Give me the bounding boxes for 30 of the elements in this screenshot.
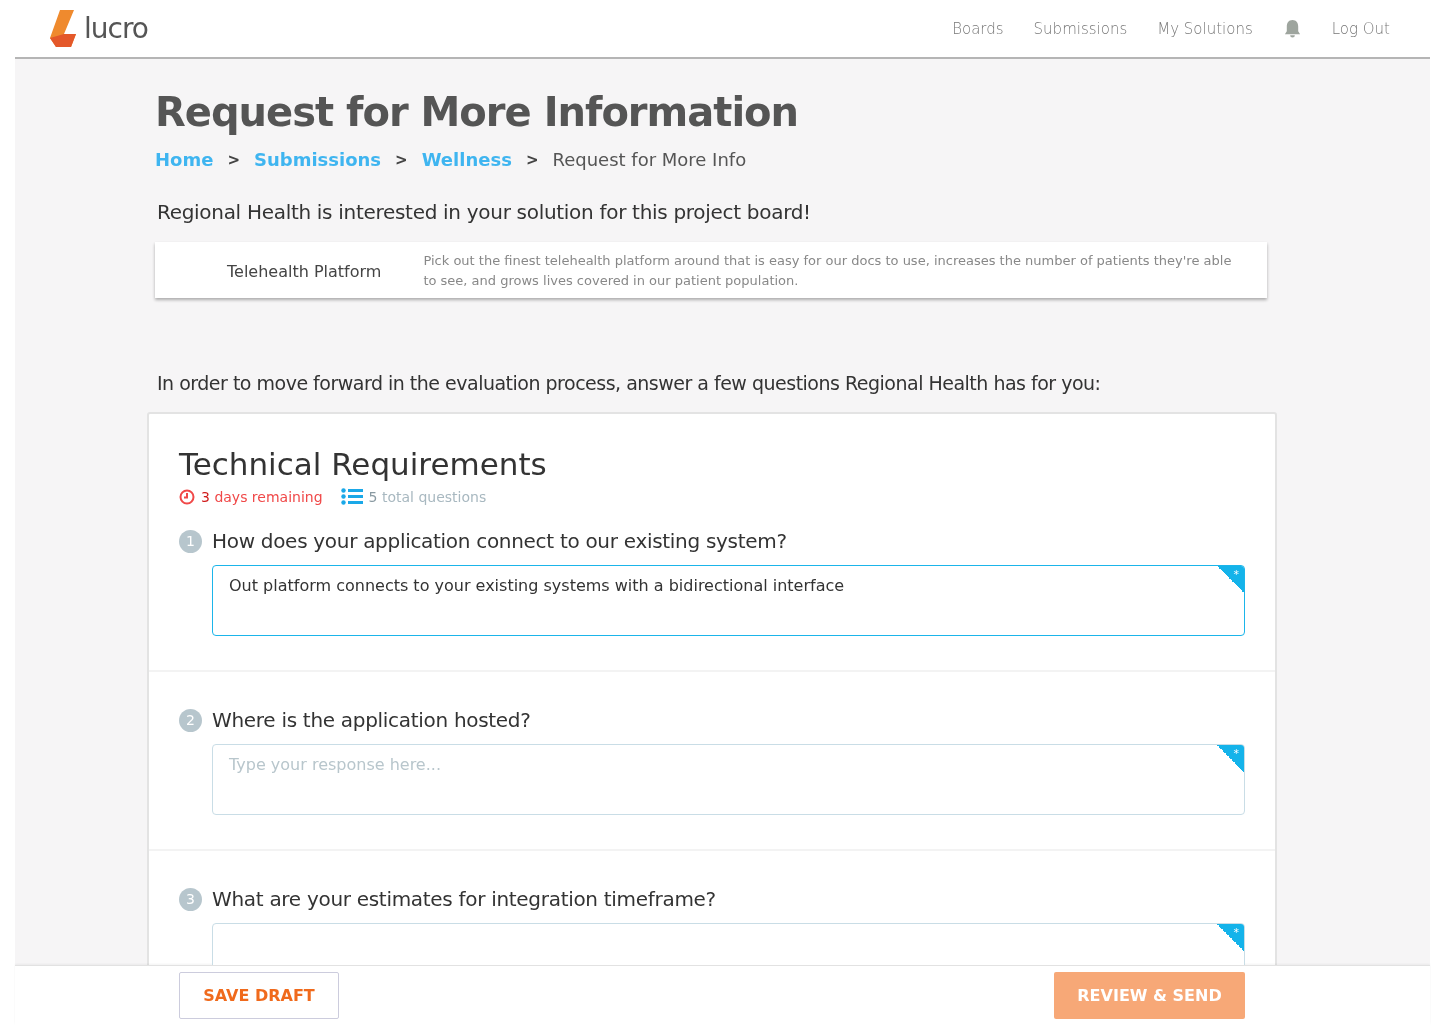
breadcrumb-separator: > xyxy=(227,150,240,169)
question-text: Where is the application hosted? xyxy=(212,708,531,732)
intro-text: Regional Health is interested in your solution for this project board! xyxy=(157,200,812,224)
section-title: Technical Requirements xyxy=(179,446,548,482)
required-marker: * xyxy=(1217,745,1244,772)
total-questions: 5 total questions xyxy=(368,488,487,505)
breadcrumb-separator: > xyxy=(525,150,539,169)
breadcrumb-separator: > xyxy=(395,150,408,169)
question-number: 2 xyxy=(179,708,202,732)
required-marker: * xyxy=(1217,924,1244,951)
question-text: How does your application connect to our existing system? xyxy=(212,529,787,553)
required-marker: * xyxy=(1217,566,1244,593)
bell-icon[interactable] xyxy=(1282,19,1302,38)
list-icon xyxy=(340,488,363,505)
clock-icon xyxy=(179,488,195,505)
breadcrumb-current: Request for More Info xyxy=(552,149,747,170)
nav-link[interactable]: My Solutions xyxy=(1157,19,1253,38)
save-draft-button[interactable]: SAVE DRAFT xyxy=(179,972,339,1019)
board-description: Pick out the finest telehealth platform around that is easy for our docs to use, increases the number of patients they're able to see, and grows lives covered in our patient population. xyxy=(423,252,1233,290)
page-title: Request for More Information xyxy=(155,89,800,135)
nav-link[interactable]: Boards xyxy=(952,19,1004,38)
days-remaining: 3 days remaining xyxy=(201,488,323,505)
brand-name: lucro xyxy=(84,12,148,45)
prompt-text: In order to move forward in the evaluation process, answer a few questions Regional Health has for you: xyxy=(157,372,1102,394)
question-number: 3 xyxy=(179,887,202,911)
nav-link[interactable]: Submissions xyxy=(1033,19,1128,38)
board-name: Telehealth Platform xyxy=(227,261,382,281)
question-number: 1 xyxy=(179,529,202,553)
logout-link[interactable]: Log Out xyxy=(1331,19,1390,38)
question-text: What are your estimates for integration timeframe? xyxy=(212,887,716,911)
